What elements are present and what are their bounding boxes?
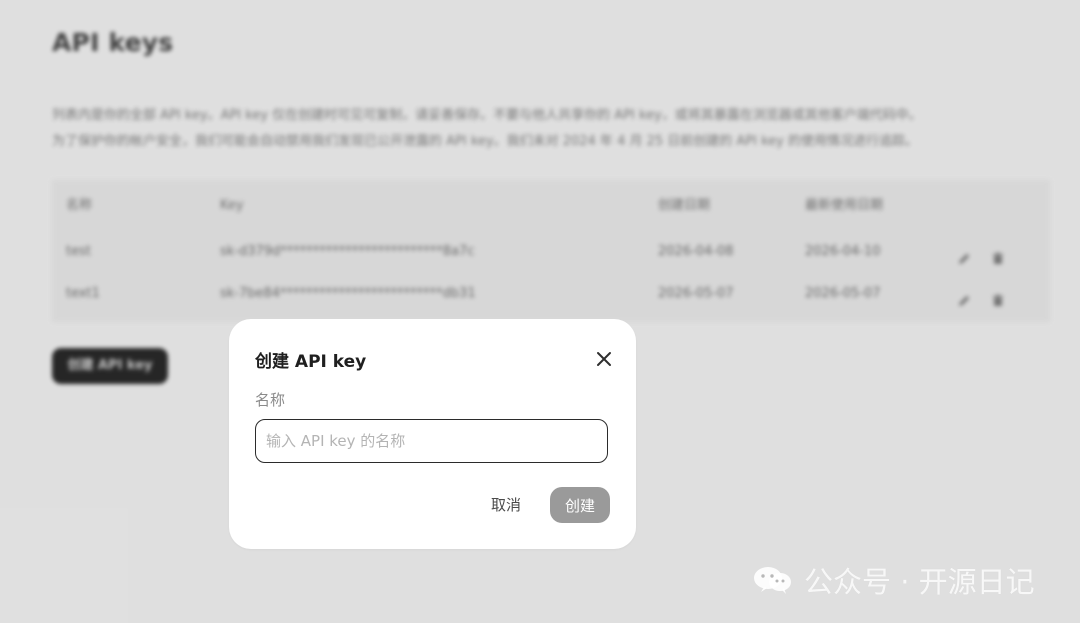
modal-title: 创建 API key [255,352,367,372]
wechat-icon [754,567,791,594]
api-key-name-input[interactable] [255,419,608,463]
page-root: API keys 列表内是你的全部 API key。API key 仅在创建时可… [0,0,1080,623]
name-label: 名称 [255,391,286,409]
create-api-key-modal: 创建 API key 名称 取消 创建 [229,319,636,549]
cancel-button[interactable]: 取消 [491,487,521,523]
watermark-text: 公众号 · 开源日记 [804,565,1035,599]
watermark: 公众号 · 开源日记 [752,560,1035,600]
close-icon[interactable] [594,349,614,369]
create-button[interactable]: 创建 [550,487,610,523]
